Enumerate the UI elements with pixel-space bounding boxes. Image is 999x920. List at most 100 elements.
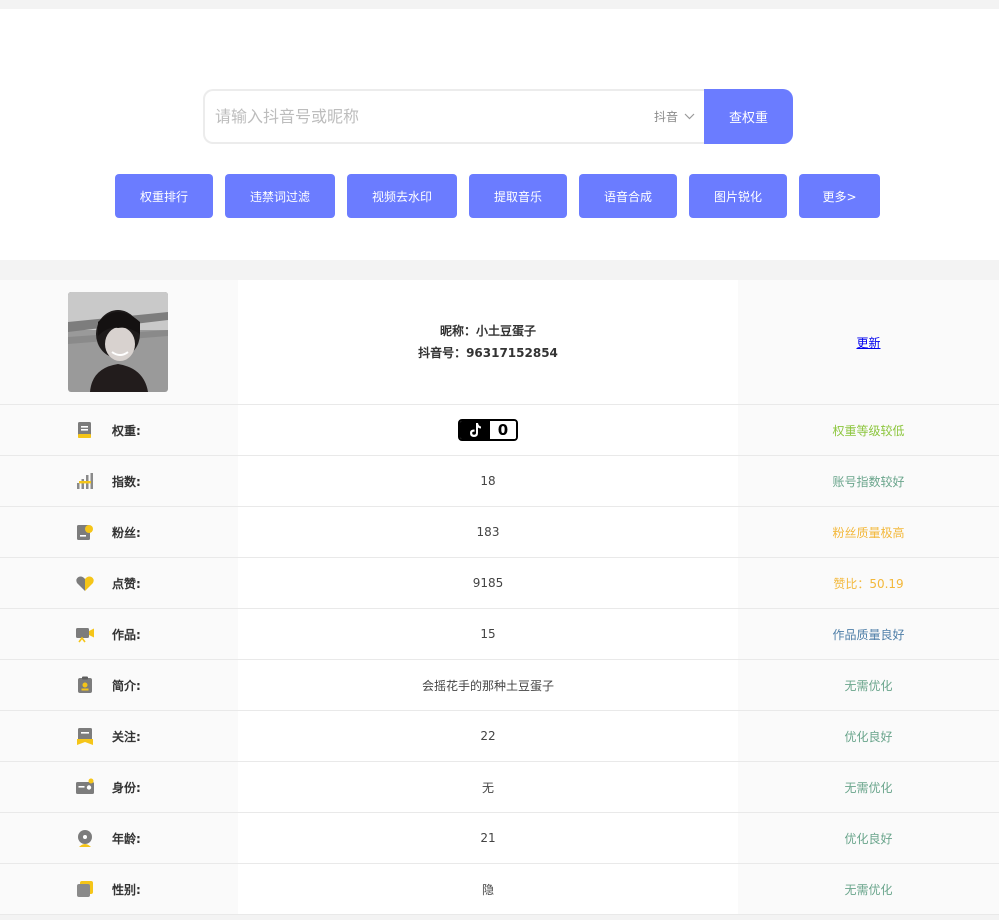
profile-row: 昵称：小土豆蛋子 抖音号：96317152854 更新 bbox=[0, 280, 999, 405]
tool-remove-watermark-button[interactable]: 视频去水印 bbox=[347, 174, 457, 218]
profile-info-cell: 昵称：小土豆蛋子 抖音号：96317152854 bbox=[238, 280, 738, 404]
stat-value: 18 bbox=[480, 474, 496, 488]
stat-label: 身份: bbox=[112, 780, 141, 795]
stat-label: 关注: bbox=[112, 729, 141, 744]
stat-status-cell: 权重等级较低 bbox=[738, 405, 999, 455]
stat-value: 隐 bbox=[481, 882, 494, 897]
stat-status-cell: 无需优化 bbox=[738, 660, 999, 710]
stat-row: 指数: 18 账号指数较好 bbox=[0, 456, 999, 507]
stat-status: 赞比：50.19 bbox=[833, 576, 904, 591]
profile-action-cell: 更新 bbox=[738, 280, 999, 404]
stat-label-cell: 指数: bbox=[0, 456, 238, 506]
stat-status-cell: 优化良好 bbox=[738, 813, 999, 863]
id-card-icon bbox=[76, 778, 94, 794]
stat-value: 183 bbox=[476, 525, 500, 539]
weight-value: 0 bbox=[490, 421, 516, 439]
stat-value: 15 bbox=[480, 627, 496, 641]
stat-value-cell: 18 bbox=[238, 456, 738, 506]
stat-label-cell: 权重: bbox=[0, 405, 238, 455]
stat-status: 无需优化 bbox=[844, 780, 893, 795]
stat-status-cell: 粉丝质量极高 bbox=[738, 507, 999, 557]
stat-label: 指数: bbox=[112, 474, 141, 489]
stat-row-weight: 权重: 0 权重等级较低 bbox=[0, 405, 999, 456]
stats-table: 权重: 0 权重等级较低 指数: 18 账号指数较好 粉丝: 183 粉丝质量极… bbox=[0, 405, 999, 915]
stat-label: 点赞: bbox=[112, 576, 141, 591]
profile-account-id: 抖音号：96317152854 bbox=[418, 346, 558, 360]
stat-status: 优化良好 bbox=[844, 831, 893, 846]
stat-value: 0 bbox=[238, 405, 738, 455]
document-icon bbox=[78, 422, 91, 438]
stat-status: 权重等级较低 bbox=[832, 423, 905, 438]
stat-label: 作品: bbox=[112, 627, 141, 642]
stat-value: 22 bbox=[480, 729, 496, 743]
stat-status: 无需优化 bbox=[844, 678, 893, 693]
stat-value: 9185 bbox=[472, 576, 504, 590]
stat-status: 作品质量良好 bbox=[832, 627, 905, 642]
stat-label-cell: 点赞: bbox=[0, 558, 238, 608]
stat-status: 粉丝质量极高 bbox=[832, 525, 905, 540]
stat-value-cell: 隐 bbox=[238, 864, 738, 914]
stat-status-cell: 优化良好 bbox=[738, 711, 999, 761]
search-input-wrapper: 抖音 bbox=[203, 89, 705, 144]
profile-avatar-cell bbox=[0, 280, 238, 404]
tool-more-button[interactable]: 更多> bbox=[799, 174, 880, 218]
stat-row: 身份: 无 无需优化 bbox=[0, 762, 999, 813]
stat-row: 性别: 隐 无需优化 bbox=[0, 864, 999, 915]
stat-row: 年龄: 21 优化良好 bbox=[0, 813, 999, 864]
update-link[interactable]: 更新 bbox=[738, 280, 999, 404]
stat-status: 优化良好 bbox=[844, 729, 893, 744]
profile-card-icon bbox=[78, 676, 92, 693]
video-camera-icon bbox=[76, 628, 94, 643]
tool-buttons: 权重排行 违禁词过滤 视频去水印 提取音乐 语音合成 图片锐化 更多> bbox=[0, 174, 999, 218]
stat-value: 无 bbox=[481, 780, 494, 795]
search-panel: 抖音 查权重 权重排行 违禁词过滤 视频去水印 提取音乐 语音合成 图片锐化 更… bbox=[0, 9, 999, 260]
platform-select-label: 抖音 bbox=[653, 110, 678, 124]
stat-label-cell: 简介: bbox=[0, 660, 238, 710]
profile-info: 昵称：小土豆蛋子 抖音号：96317152854 bbox=[238, 280, 738, 404]
stat-value-cell: 会摇花手的那种土豆蛋子 bbox=[238, 660, 738, 710]
avatar-image bbox=[68, 292, 168, 392]
stat-value-cell: 9185 bbox=[238, 558, 738, 608]
platform-select[interactable]: 抖音 bbox=[654, 91, 695, 142]
gender-icon bbox=[77, 881, 93, 897]
avatar[interactable] bbox=[68, 292, 168, 392]
age-icon bbox=[78, 830, 92, 847]
stat-status-cell: 赞比：50.19 bbox=[738, 558, 999, 608]
stat-label-cell: 关注: bbox=[0, 711, 238, 761]
tool-banned-words-button[interactable]: 违禁词过滤 bbox=[225, 174, 335, 218]
top-strip bbox=[0, 0, 999, 9]
tool-rank-button[interactable]: 权重排行 bbox=[115, 174, 213, 218]
stat-status-cell: 作品质量良好 bbox=[738, 609, 999, 659]
stat-label-cell: 作品: bbox=[0, 609, 238, 659]
tool-sharpen-button[interactable]: 图片锐化 bbox=[689, 174, 787, 218]
stat-label-cell: 身份: bbox=[0, 762, 238, 812]
stat-value: 21 bbox=[480, 831, 496, 845]
stat-row: 粉丝: 183 粉丝质量极高 bbox=[0, 507, 999, 558]
query-weight-button[interactable]: 查权重 bbox=[704, 89, 793, 144]
tool-extract-music-button[interactable]: 提取音乐 bbox=[469, 174, 567, 218]
stat-value-cell: 21 bbox=[238, 813, 738, 863]
stat-value-cell: 无 bbox=[238, 762, 738, 812]
profile-nickname: 昵称：小土豆蛋子 bbox=[439, 324, 536, 338]
stat-value-cell: 15 bbox=[238, 609, 738, 659]
stat-value: 会摇花手的那种土豆蛋子 bbox=[421, 678, 554, 693]
search-input[interactable] bbox=[215, 91, 635, 142]
search-box: 抖音 查权重 bbox=[203, 89, 793, 144]
tiktok-logo-icon bbox=[460, 421, 490, 439]
chevron-down-icon bbox=[684, 113, 695, 120]
tool-tts-button[interactable]: 语音合成 bbox=[579, 174, 677, 218]
stat-label-cell: 性别: bbox=[0, 864, 238, 914]
stat-status: 账号指数较好 bbox=[832, 474, 905, 489]
fans-icon bbox=[77, 525, 93, 540]
stat-label: 简介: bbox=[112, 678, 141, 693]
stat-label: 性别: bbox=[112, 882, 141, 897]
stat-label: 粉丝: bbox=[112, 525, 141, 540]
stat-label-cell: 粉丝: bbox=[0, 507, 238, 557]
stat-label: 年龄: bbox=[112, 831, 141, 846]
stat-row: 关注: 22 优化良好 bbox=[0, 711, 999, 762]
stat-row: 点赞: 9185 赞比：50.19 bbox=[0, 558, 999, 609]
bookmark-icon bbox=[77, 728, 93, 745]
weight-badge: 0 bbox=[458, 419, 518, 441]
stat-status: 无需优化 bbox=[844, 882, 893, 897]
bar-chart-icon bbox=[77, 473, 93, 489]
